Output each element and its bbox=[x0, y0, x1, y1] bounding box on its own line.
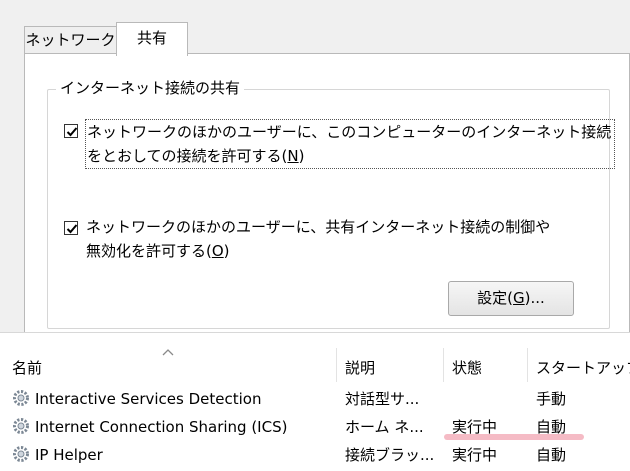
service-description: 接続ブラッ... bbox=[345, 446, 435, 464]
allow-control-checkbox[interactable] bbox=[64, 221, 78, 235]
service-status: 実行中 bbox=[452, 418, 498, 436]
column-divider[interactable] bbox=[336, 348, 337, 382]
column-divider[interactable] bbox=[443, 348, 444, 382]
allow-connect-line2: をとおしての接続を許可する(N) bbox=[87, 147, 305, 165]
service-startup-type: 自動 bbox=[536, 446, 567, 464]
tab-network[interactable]: ネットワーク bbox=[24, 26, 117, 54]
column-header-startup-type[interactable]: スタートアップの bbox=[536, 357, 630, 379]
allow-control-line2: 無効化を許可する(O) bbox=[86, 242, 230, 260]
service-name: Interactive Services Detection bbox=[35, 390, 262, 408]
service-startup-type: 自動 bbox=[536, 418, 567, 436]
service-gear-icon bbox=[13, 446, 29, 462]
service-description: 対話型サ... bbox=[345, 390, 420, 408]
allow-connect-line1: ネットワークのほかのユーザーに、このコンピューターのインターネット接続 bbox=[87, 123, 612, 141]
allow-control-line1: ネットワークのほかのユーザーに、共有インターネット接続の制御や bbox=[86, 218, 551, 236]
ics-group-title: インターネット接続の共有 bbox=[56, 77, 245, 99]
service-name: Internet Connection Sharing (ICS) bbox=[35, 418, 288, 436]
service-gear-icon bbox=[13, 418, 29, 434]
service-status: 実行中 bbox=[452, 446, 498, 464]
checkmark-icon bbox=[66, 224, 78, 234]
service-startup-type: 手動 bbox=[536, 390, 567, 408]
column-header-description[interactable]: 説明 bbox=[345, 357, 375, 379]
allow-control-label[interactable]: ネットワークのほかのユーザーに、共有インターネット接続の制御や 無効化を許可する… bbox=[86, 215, 550, 263]
properties-dialog: ネットワーク 共有 インターネット接続の共有 ネットワークのほかのユーザーに、こ… bbox=[0, 0, 630, 343]
settings-button[interactable]: 設定(G)... bbox=[448, 281, 574, 316]
column-header-status[interactable]: 状態 bbox=[452, 357, 482, 379]
service-description: ホーム ネ... bbox=[345, 418, 424, 436]
service-gear-icon bbox=[13, 390, 29, 406]
column-header-name[interactable]: 名前 bbox=[12, 357, 42, 379]
allow-connect-label[interactable]: ネットワークのほかのユーザーに、このコンピューターのインターネット接続 をとおし… bbox=[85, 119, 616, 169]
allow-connect-checkbox[interactable] bbox=[64, 124, 78, 138]
sort-ascending-icon bbox=[162, 349, 174, 356]
column-divider[interactable] bbox=[527, 348, 528, 382]
service-name: IP Helper bbox=[35, 446, 103, 464]
tab-sharing[interactable]: 共有 bbox=[116, 22, 188, 56]
checkmark-icon bbox=[66, 127, 78, 137]
